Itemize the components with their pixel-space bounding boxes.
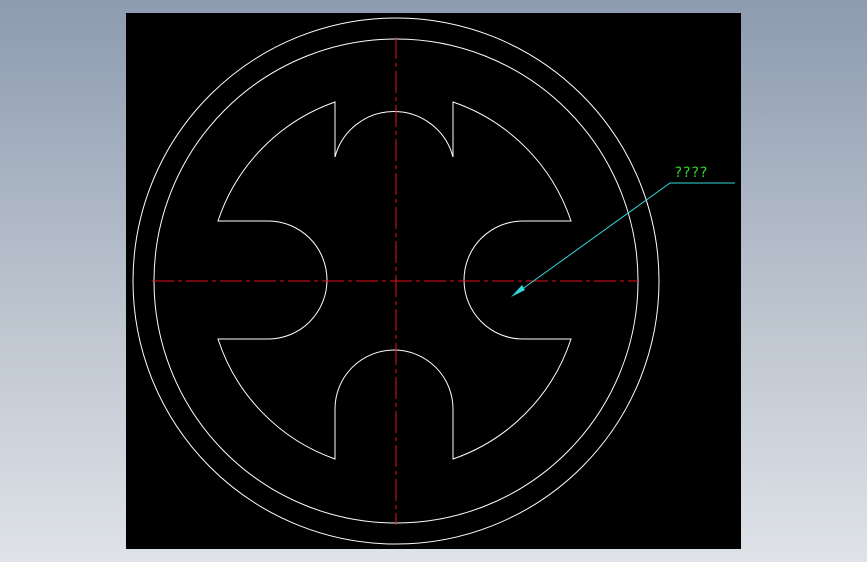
annotation-label: ???? xyxy=(674,165,708,181)
cad-drawing-viewport[interactable]: ???? xyxy=(126,13,741,549)
cad-drawing: ???? xyxy=(132,17,735,545)
leader-arrowhead xyxy=(511,285,525,297)
